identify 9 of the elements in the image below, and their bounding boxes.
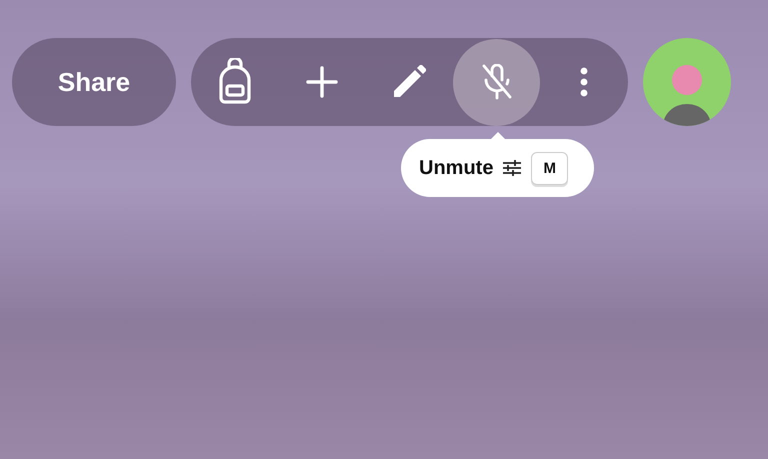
plus-icon xyxy=(306,66,338,98)
keyboard-shortcut-key: M xyxy=(531,152,568,184)
more-options-icon xyxy=(580,67,588,97)
backpack-icon xyxy=(216,58,253,106)
tooltip-label: Unmute xyxy=(419,156,494,180)
share-button[interactable]: Share xyxy=(12,38,176,126)
sliders-icon xyxy=(503,160,522,176)
pencil-icon xyxy=(392,65,426,99)
muted-microphone-icon xyxy=(482,64,512,100)
